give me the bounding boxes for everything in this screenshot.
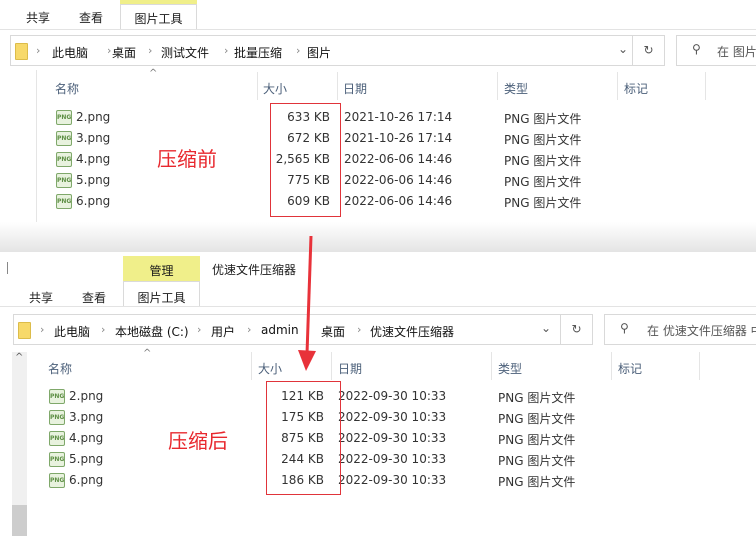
red-arrow-icon (298, 235, 316, 371)
